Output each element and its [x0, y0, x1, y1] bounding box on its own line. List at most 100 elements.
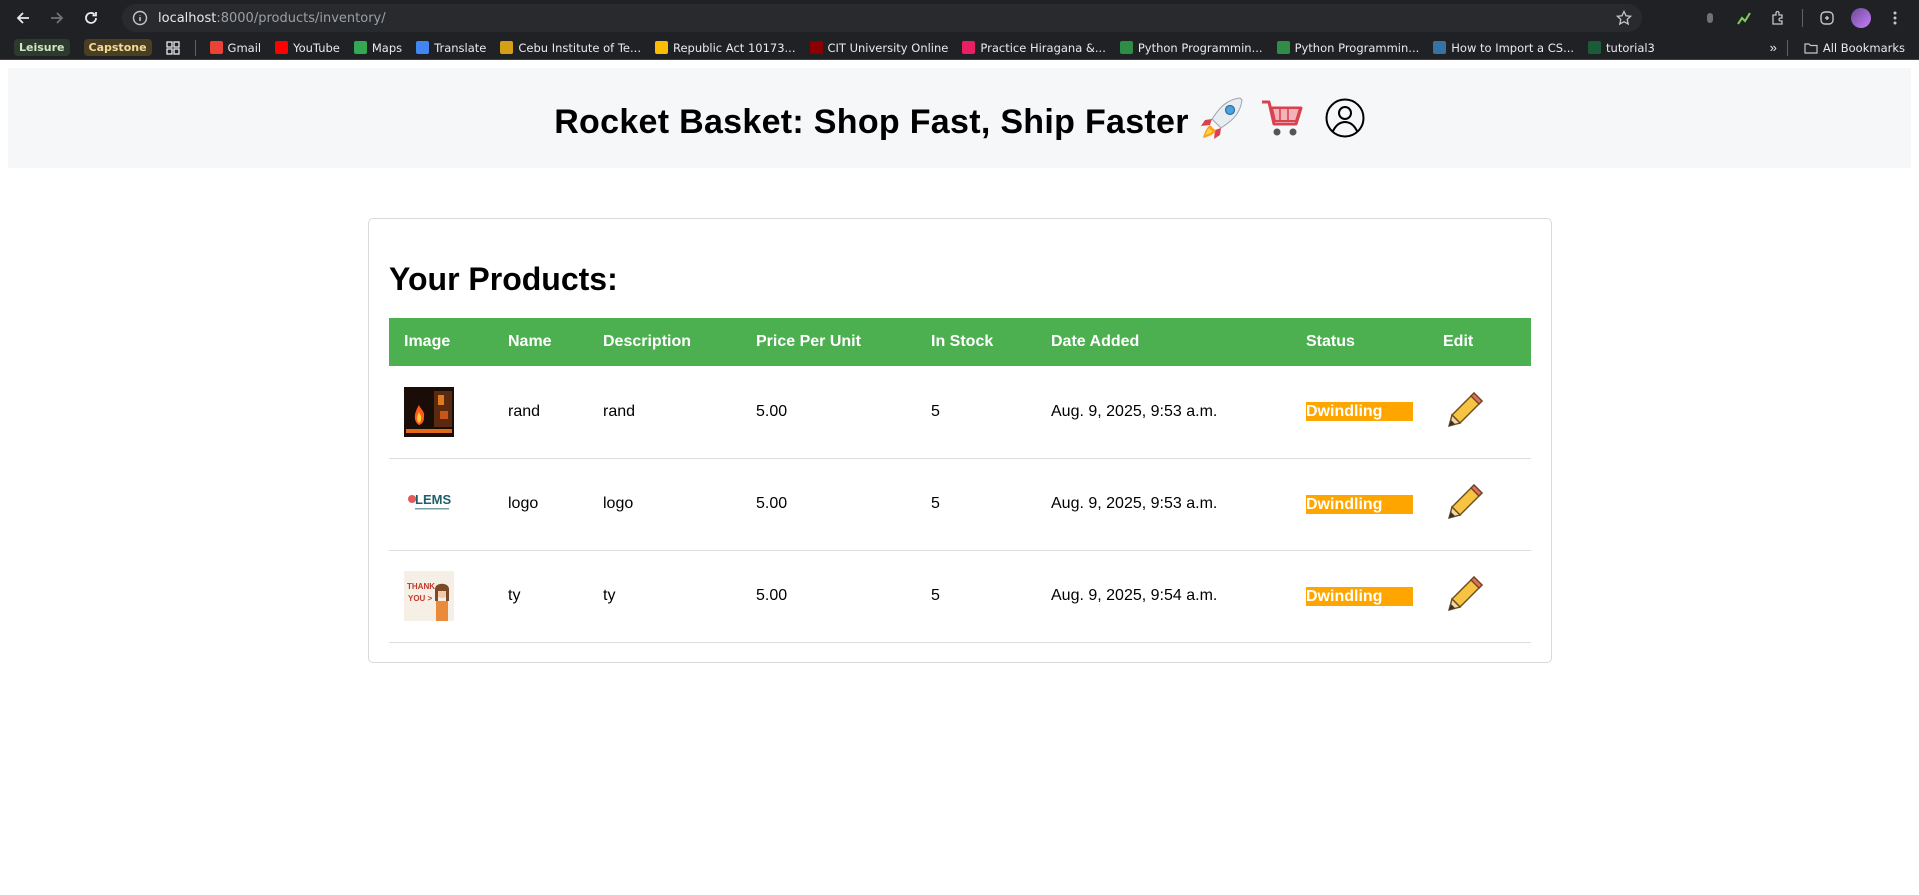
page-body: Rocket Basket: Shop Fast, Ship Faster Yo… [0, 60, 1919, 895]
thumb-ty-line2: YOU > [408, 594, 433, 603]
bookmark-link[interactable]: CIT University Online [804, 39, 955, 57]
more-bookmarks-icon[interactable]: » [1770, 40, 1777, 55]
thumb-ty-line1: THANK [407, 582, 435, 591]
bookmarks-divider [194, 39, 196, 56]
shopping-cart-icon [1255, 91, 1309, 145]
product-thumbnail-fire[interactable] [404, 386, 454, 437]
bookmark-link[interactable]: Python Programmin... [1114, 39, 1269, 57]
status-cell: Dwindling [1291, 550, 1428, 642]
bookmark-folder-chip[interactable]: Capstone [78, 37, 158, 58]
product-description: logo [603, 495, 634, 512]
product-name: logo [508, 495, 539, 512]
bookmarks-divider [1786, 39, 1788, 56]
bookmark-link[interactable]: Translate [410, 39, 492, 57]
col-name: Name [508, 333, 552, 350]
favicon-icon [416, 41, 430, 54]
bookmark-label: Python Programmin... [1137, 40, 1263, 55]
favicon-icon [1433, 41, 1447, 54]
bookmark-label: CIT University Online [827, 40, 949, 55]
bookmark-link[interactable]: Republic Act 10173... [649, 39, 802, 57]
favicon-icon [962, 41, 976, 54]
bookmark-link[interactable]: tutorial3 [1582, 39, 1661, 57]
edit-pencil-icon[interactable] [1443, 572, 1487, 616]
reload-icon[interactable] [76, 3, 106, 33]
product-thumbnail-logo[interactable]: LEMS [404, 479, 454, 529]
product-price: 5.00 [756, 402, 788, 420]
favicon-icon [500, 41, 514, 54]
bookmark-chip-label: Leisure [14, 39, 70, 56]
apps-grid-icon[interactable] [160, 38, 202, 58]
favicon-icon [209, 41, 223, 54]
col-price: Price Per Unit [756, 333, 861, 350]
col-date-added: Date Added [1051, 333, 1140, 350]
image-cell [389, 366, 493, 458]
bookmark-link[interactable]: Python Programmin... [1271, 39, 1426, 57]
user-profile-icon[interactable] [1325, 98, 1365, 138]
bookmark-label: YouTube [293, 40, 340, 55]
bookmark-link[interactable]: YouTube [269, 39, 346, 57]
favicon-icon [1119, 41, 1133, 54]
folder-icon [1804, 42, 1818, 54]
bookmark-label: Python Programmin... [1294, 40, 1420, 55]
product-stock: 5 [931, 402, 940, 420]
signal-extension-icon[interactable] [1734, 8, 1754, 28]
col-description: Description [603, 333, 692, 350]
address-bar[interactable]: localhost:8000/products/inventory/ [122, 4, 1642, 32]
status-badge: Dwindling [1306, 402, 1413, 422]
edit-pencil-icon[interactable] [1443, 388, 1487, 432]
table-header-row: Image Name Description Price Per Unit In… [389, 318, 1531, 366]
status-badge: Dwindling [1306, 494, 1413, 514]
status-cell: Dwindling [1291, 366, 1428, 458]
bookmark-chip-label: Capstone [83, 39, 152, 56]
edit-cell [1428, 458, 1531, 550]
product-stock: 5 [931, 587, 940, 604]
bookmark-link[interactable]: Cebu Institute of Te... [494, 39, 647, 57]
bookmark-label: Gmail [227, 40, 262, 55]
thumb-logo-text: LEMS [415, 492, 451, 507]
edit-cell [1428, 550, 1531, 642]
edit-cell [1428, 366, 1531, 458]
bookmark-folder-chip[interactable]: Leisure [8, 37, 76, 58]
product-stock: 5 [931, 495, 940, 512]
extension-dot-icon[interactable] [1700, 8, 1720, 28]
favicon-icon [654, 41, 668, 54]
product-thumbnail-thankyou[interactable]: THANK YOU > [404, 571, 454, 621]
table-row: LEMS logo logo 5.00 5 Aug. 9, 2025, 9:53… [389, 458, 1531, 550]
all-bookmarks-button[interactable]: All Bookmarks [1798, 39, 1911, 57]
site-header: Rocket Basket: Shop Fast, Ship Faster [8, 68, 1911, 168]
site-info-icon[interactable] [132, 10, 148, 26]
profile-avatar[interactable] [1851, 8, 1871, 28]
table-row: THANK YOU > ty ty 5.00 5 Aug. 9, 2025, 9… [389, 550, 1531, 642]
bookmark-link[interactable]: Practice Hiragana &... [956, 39, 1111, 57]
image-cell: THANK YOU > [389, 550, 493, 642]
site-title: Rocket Basket: Shop Fast, Ship Faster [554, 102, 1189, 141]
col-in-stock: In Stock [931, 333, 994, 350]
status-badge: Dwindling [1306, 586, 1413, 606]
back-icon[interactable] [8, 3, 38, 33]
favicon-icon [275, 41, 289, 54]
bookmark-label: Translate [434, 40, 487, 55]
url-text[interactable]: localhost:8000/products/inventory/ [158, 11, 1616, 26]
bookmark-star-icon[interactable] [1616, 10, 1632, 26]
inventory-table: Image Name Description Price Per Unit In… [389, 318, 1531, 643]
product-date-added: Aug. 9, 2025, 9:53 a.m. [1051, 495, 1218, 512]
bookmark-link[interactable]: Maps [348, 39, 408, 57]
forward-icon[interactable] [42, 3, 72, 33]
table-row: rand rand 5.00 5 Aug. 9, 2025, 9:53 a.m.… [389, 366, 1531, 458]
extensions-puzzle-icon[interactable] [1768, 8, 1788, 28]
bookmark-link[interactable]: How to Import a CS... [1427, 39, 1580, 57]
col-edit: Edit [1443, 333, 1474, 350]
bookmark-label: Maps [371, 40, 403, 55]
inventory-card: Your Products: Image Name Description Pr… [368, 218, 1552, 663]
menu-kebab-icon[interactable] [1885, 8, 1905, 28]
product-date-added: Aug. 9, 2025, 9:53 a.m. [1051, 402, 1218, 420]
product-name: rand [508, 402, 541, 420]
bookmarks-right: » All Bookmarks [1770, 39, 1911, 57]
bookmark-link[interactable]: Gmail [204, 39, 268, 57]
toolbar-divider [1802, 9, 1803, 27]
sync-icon[interactable] [1817, 8, 1837, 28]
all-bookmarks-label: All Bookmarks [1822, 40, 1905, 55]
product-name: ty [508, 587, 521, 604]
edit-pencil-icon[interactable] [1443, 480, 1487, 524]
col-image: Image [404, 333, 451, 350]
